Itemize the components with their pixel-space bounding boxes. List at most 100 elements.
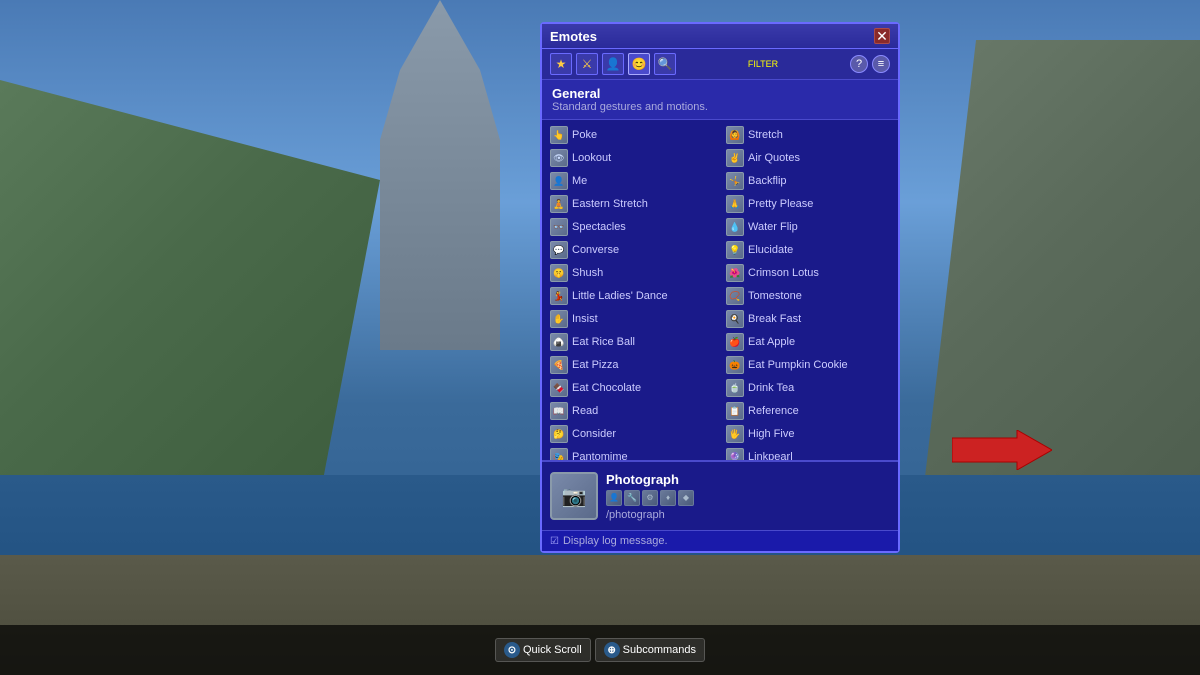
emote-icon-pantomime: 🎭 (550, 448, 568, 460)
quick-scroll-button[interactable]: ⊙ Quick Scroll (495, 638, 591, 662)
preview-sub-icon-4: ♦ (660, 490, 676, 506)
emote-icon-consider: 🤔 (550, 425, 568, 443)
emote-icon-read: 📖 (550, 402, 568, 420)
emote-insist[interactable]: ✋ Insist (546, 308, 718, 330)
subcommands-label: Subcommands (623, 644, 696, 656)
emote-converse[interactable]: 💬 Converse (546, 239, 718, 261)
emote-drink-tea[interactable]: 🍵 Drink Tea (722, 377, 894, 399)
emote-label-eat-pumpkin-cookie: Eat Pumpkin Cookie (748, 359, 848, 371)
hotbar: ⊙ Quick Scroll ⊕ Subcommands (0, 625, 1200, 675)
red-arrow (952, 430, 1052, 470)
emote-linkpearl[interactable]: 🔮 Linkpearl (722, 446, 894, 460)
emote-eat-chocolate[interactable]: 🍫 Eat Chocolate (546, 377, 718, 399)
tab-favorites[interactable]: ★ (550, 53, 572, 75)
preview-command: /photograph (606, 509, 890, 521)
tab-emotes-person[interactable]: 👤 (602, 53, 624, 75)
emote-icon-break-fast: 🍳 (726, 310, 744, 328)
emote-list: 👆 Poke 👁 Lookout 👤 Me 🧘 Eastern Stretch … (542, 120, 898, 460)
emote-label-break-fast: Break Fast (748, 313, 801, 325)
emote-icon-eat-rice-ball: 🍙 (550, 333, 568, 351)
emote-icon-me: 👤 (550, 172, 568, 190)
emote-label-converse: Converse (572, 244, 619, 256)
emote-icon-drink-tea: 🍵 (726, 379, 744, 397)
quick-scroll-key: ⊙ (504, 642, 520, 658)
emote-label-water-flip: Water Flip (748, 221, 798, 233)
tab-battle[interactable]: ⚔ (576, 53, 598, 75)
checkbox-icon: ☑ (550, 536, 559, 547)
emote-eat-rice-ball[interactable]: 🍙 Eat Rice Ball (546, 331, 718, 353)
emote-label-elucidate: Elucidate (748, 244, 793, 256)
preview-emote-icon: 📷 (550, 472, 598, 520)
emote-icon-reference: 📋 (726, 402, 744, 420)
emote-me[interactable]: 👤 Me (546, 170, 718, 192)
emote-pantomime[interactable]: 🎭 Pantomime (546, 446, 718, 460)
display-log-label: Display log message. (563, 535, 668, 547)
emote-icon-elucidate: 💡 (726, 241, 744, 259)
tab-general[interactable]: 😊 (628, 53, 650, 75)
emote-eastern-stretch[interactable]: 🧘 Eastern Stretch (546, 193, 718, 215)
emote-stretch[interactable]: 🙆 Stretch (722, 124, 894, 146)
emote-eat-apple[interactable]: 🍎 Eat Apple (722, 331, 894, 353)
emote-icon-backflip: 🤸 (726, 172, 744, 190)
emote-backflip[interactable]: 🤸 Backflip (722, 170, 894, 192)
emote-water-flip[interactable]: 💧 Water Flip (722, 216, 894, 238)
emote-label-spectacles: Spectacles (572, 221, 626, 233)
emote-shush[interactable]: 🤫 Shush (546, 262, 718, 284)
emote-read[interactable]: 📖 Read (546, 400, 718, 422)
close-button[interactable]: ✕ (874, 28, 890, 44)
emote-icon-lookout: 👁 (550, 149, 568, 167)
emote-break-fast[interactable]: 🍳 Break Fast (722, 308, 894, 330)
subcommands-button[interactable]: ⊕ Subcommands (595, 638, 705, 662)
emote-icon-little-ladies-dance: 💃 (550, 287, 568, 305)
emote-icon-converse: 💬 (550, 241, 568, 259)
checkbox-area[interactable]: ☑ Display log message. (550, 535, 668, 547)
category-description: Standard gestures and motions. (552, 101, 888, 113)
emote-lookout[interactable]: 👁 Lookout (546, 147, 718, 169)
emote-poke[interactable]: 👆 Poke (546, 124, 718, 146)
emote-label-backflip: Backflip (748, 175, 787, 187)
emote-icon-insist: ✋ (550, 310, 568, 328)
emote-label-stretch: Stretch (748, 129, 783, 141)
emote-icon-eat-chocolate: 🍫 (550, 379, 568, 397)
category-header: General Standard gestures and motions. (542, 80, 898, 120)
emote-icon-poke: 👆 (550, 126, 568, 144)
emote-icon-eat-pizza: 🍕 (550, 356, 568, 374)
emote-column-left: 👆 Poke 👁 Lookout 👤 Me 🧘 Eastern Stretch … (546, 124, 718, 456)
emote-column-right: 🙆 Stretch ✌ Air Quotes 🤸 Backflip 🙏 Pret… (722, 124, 894, 456)
preview-section: 📷 Photograph 👤 🔧 ⚙ ♦ ◆ /photograph (542, 460, 898, 530)
emote-reference[interactable]: 📋 Reference (722, 400, 894, 422)
emote-label-eat-pizza: Eat Pizza (572, 359, 618, 371)
emote-eat-pizza[interactable]: 🍕 Eat Pizza (546, 354, 718, 376)
emote-icon-high-five: 🖐 (726, 425, 744, 443)
emote-elucidate[interactable]: 💡 Elucidate (722, 239, 894, 261)
emote-label-eat-chocolate: Eat Chocolate (572, 382, 641, 394)
emote-icon-spectacles: 👓 (550, 218, 568, 236)
emote-label-insist: Insist (572, 313, 598, 325)
emote-little-ladies-dance[interactable]: 💃 Little Ladies' Dance (546, 285, 718, 307)
subcommands-key: ⊕ (604, 642, 620, 658)
emote-label-crimson-lotus: Crimson Lotus (748, 267, 819, 279)
emote-label-eat-apple: Eat Apple (748, 336, 795, 348)
preview-sub-icon-1: 👤 (606, 490, 622, 506)
emote-consider[interactable]: 🤔 Consider (546, 423, 718, 445)
emote-label-lookout: Lookout (572, 152, 611, 164)
preview-sub-icon-5: ◆ (678, 490, 694, 506)
help-button[interactable]: ? (850, 55, 868, 73)
emote-label-linkpearl: Linkpearl (748, 451, 793, 460)
emote-eat-pumpkin-cookie[interactable]: 🎃 Eat Pumpkin Cookie (722, 354, 894, 376)
emote-spectacles[interactable]: 👓 Spectacles (546, 216, 718, 238)
emote-icon-tomestone: 📿 (726, 287, 744, 305)
emote-air-quotes[interactable]: ✌ Air Quotes (722, 147, 894, 169)
emote-tomestone[interactable]: 📿 Tomestone (722, 285, 894, 307)
emote-high-five[interactable]: 🖐 High Five (722, 423, 894, 445)
tab-search[interactable]: 🔍 (654, 53, 676, 75)
emote-crimson-lotus[interactable]: 🌺 Crimson Lotus (722, 262, 894, 284)
emotes-dialog: Emotes ✕ ★ ⚔ 👤 😊 🔍 FILTER ? ≡ General St… (540, 22, 900, 553)
emote-icon-eastern-stretch: 🧘 (550, 195, 568, 213)
emote-label-tomestone: Tomestone (748, 290, 802, 302)
preview-sub-icon-3: ⚙ (642, 490, 658, 506)
quick-scroll-label: Quick Scroll (523, 644, 582, 656)
preview-sub-icon-2: 🔧 (624, 490, 640, 506)
emote-pretty-please[interactable]: 🙏 Pretty Please (722, 193, 894, 215)
menu-button[interactable]: ≡ (872, 55, 890, 73)
